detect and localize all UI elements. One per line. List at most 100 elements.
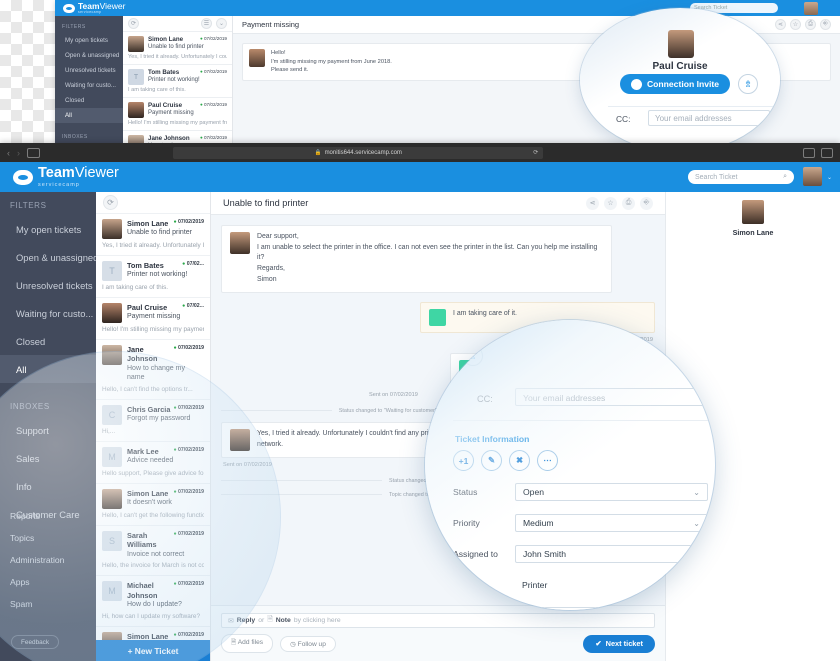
ticket-list-item[interactable]: Jane Johnson ● 07/02/2019 How to change my… bbox=[96, 340, 210, 400]
forward-icon[interactable]: ⎆ bbox=[640, 196, 653, 210]
ticket-list-item[interactable]: C Chris Garcia ● 07/02/2019 Forgot my passw… bbox=[96, 400, 210, 442]
sidebar-item-waiting-for-customer[interactable]: Waiting for custo... bbox=[0, 299, 96, 327]
sidebar-item-closed[interactable]: Closed bbox=[0, 327, 96, 355]
sidebar-item-reports[interactable]: Reports bbox=[0, 505, 96, 527]
sidebar-item-all[interactable]: All bbox=[0, 355, 96, 383]
sidebar-item-support[interactable]: Support bbox=[0, 416, 96, 444]
back-filter-all[interactable]: All bbox=[55, 108, 123, 123]
share-icon[interactable]: ⋖ bbox=[586, 196, 599, 210]
back-filter-my-open-tickets[interactable]: My open tickets bbox=[55, 33, 123, 48]
sidebar-item-info[interactable]: Info bbox=[0, 472, 96, 500]
ticket-list: ⟳ Simon Lane ● 07/02/2019 Unable to find p… bbox=[96, 192, 211, 661]
avatar: T bbox=[102, 261, 122, 281]
ticket-list-item[interactable]: Simon Lane ● 07/02/2019 Unable to find pri… bbox=[96, 214, 210, 256]
back-sort-icon[interactable]: ☰ bbox=[201, 18, 212, 29]
connection-invite-button[interactable]: Connection Invite bbox=[620, 74, 730, 94]
inboxes-header: INBOXES bbox=[10, 402, 50, 411]
add-files-button[interactable]: 🗎 Add files bbox=[221, 634, 274, 653]
back-filter-unresolved[interactable]: Unresolved tickets bbox=[55, 63, 123, 78]
print-icon[interactable]: ⎙ bbox=[805, 19, 816, 30]
close-icon[interactable]: ✖ bbox=[509, 450, 530, 471]
back-ticket-title: Payment missing bbox=[242, 20, 300, 29]
follow-up-button[interactable]: ◷ Follow up bbox=[280, 635, 336, 652]
back-lens-cc-input[interactable]: Your email addresses bbox=[648, 110, 770, 126]
print-icon[interactable]: ⎙ bbox=[622, 196, 635, 210]
more-icon[interactable]: ⋯ bbox=[537, 450, 558, 471]
status-select[interactable]: Open ⌄ bbox=[515, 483, 708, 501]
ticket-list-item[interactable]: T Tom Bates ● 07/02... Printer not working!… bbox=[96, 256, 210, 298]
address-bar[interactable]: 🔒 monitis644.servicecamp.com ⟳ bbox=[173, 146, 544, 159]
ticket-list-item[interactable]: S Sarah Williams ● 07/02/2019 Invoice not c… bbox=[96, 526, 210, 577]
new-ticket-button[interactable]: + New Ticket bbox=[96, 640, 210, 661]
brand-logo[interactable]: TeamViewer servicecamp bbox=[13, 166, 119, 188]
star-icon[interactable]: ☆ bbox=[604, 196, 617, 210]
back-chevron-down-icon[interactable]: ⌄ bbox=[216, 18, 227, 29]
user-add-icon[interactable]: ⇯ bbox=[463, 346, 483, 366]
teamviewer-logo-icon bbox=[63, 3, 75, 13]
ticket-list-item[interactable]: Paul Cruise ● 07/02... Payment missing Hell… bbox=[96, 298, 210, 340]
next-ticket-button[interactable]: ✔ Next ticket bbox=[583, 634, 655, 653]
back-nav-icon[interactable]: ‹ bbox=[7, 148, 10, 158]
chevron-down-icon: ⌄ bbox=[693, 549, 700, 559]
back-list-item[interactable]: Simon Lane ● 07/02/2019 Unable to find p… bbox=[123, 32, 232, 65]
next-ticket-label: Next ticket bbox=[605, 639, 643, 648]
contact-name: Simon Lane bbox=[732, 228, 774, 237]
avatar bbox=[128, 102, 144, 118]
chevron-down-icon[interactable]: ⌄ bbox=[827, 174, 832, 181]
star-icon[interactable]: ☆ bbox=[790, 19, 801, 30]
back-filter-closed[interactable]: Closed bbox=[55, 93, 123, 108]
forward-icon[interactable]: ⎆ bbox=[820, 19, 831, 30]
back-list-item[interactable]: Paul Cruise ● 07/02/2019 Payment missing… bbox=[123, 98, 232, 131]
ticket-date: ● 07/02/2019 bbox=[173, 404, 204, 411]
ticket-preview: Hello, I can't get the following functio… bbox=[102, 511, 204, 519]
priority-select[interactable]: Medium ⌄ bbox=[515, 514, 708, 532]
field-label: Topic bbox=[453, 580, 474, 590]
back-filter-open-unassigned[interactable]: Open & unassigned bbox=[55, 48, 123, 63]
sidebar-item-sales[interactable]: Sales bbox=[0, 444, 96, 472]
lock-icon: 🔒 bbox=[314, 149, 322, 156]
search-input[interactable]: Search Ticket ⌕ bbox=[688, 170, 794, 184]
back-message-body: Hello! I'm stilling missing my payment f… bbox=[271, 50, 392, 74]
back-filter-waiting[interactable]: Waiting for custo... bbox=[55, 78, 123, 93]
back-list-item[interactable]: T Tom Bates ● 07/02/2019 Printer not wor… bbox=[123, 65, 232, 98]
avatar bbox=[128, 36, 144, 52]
avatar bbox=[230, 428, 250, 451]
ticket-list-item[interactable]: M Michael Johnson ● 07/02/2019 How do I upd… bbox=[96, 576, 210, 627]
add-watcher-button[interactable]: +1 bbox=[453, 450, 474, 471]
user-avatar[interactable] bbox=[803, 167, 822, 186]
sidebar-toggle-icon[interactable] bbox=[27, 147, 40, 158]
ticket-preview: Hello, the invoice for March is not corr… bbox=[102, 562, 204, 570]
sidebar-item-administration[interactable]: Administration bbox=[0, 549, 96, 571]
list-toolbar: ⟳ bbox=[96, 192, 210, 214]
ticket-preview: Hello support, Please give advice for th… bbox=[102, 469, 204, 477]
user-add-icon[interactable]: ⇯ bbox=[738, 74, 758, 94]
back-brand-sub: servicecamp bbox=[78, 10, 102, 15]
refresh-icon[interactable]: ⟳ bbox=[103, 195, 118, 210]
sidebar-item-my-open-tickets[interactable]: My open tickets bbox=[0, 215, 96, 243]
reply-input[interactable]: ✉ Reply or 🗎 Note by clicking here bbox=[221, 613, 655, 628]
sidebar-item-unresolved-tickets[interactable]: Unresolved tickets bbox=[0, 271, 96, 299]
ticket-list-item[interactable]: Simon Lane ● 07/02/2019 It doesn't work Hel… bbox=[96, 484, 210, 526]
tabs-browser-icon[interactable] bbox=[820, 147, 833, 158]
back-user-avatar[interactable] bbox=[804, 2, 818, 15]
reload-icon[interactable]: ⟳ bbox=[533, 149, 538, 156]
assigned-to-select[interactable]: John Smith ⌄ bbox=[515, 545, 708, 563]
ticket-name: Paul Cruise bbox=[148, 102, 183, 109]
ticket-list-item[interactable]: M Mark Lee ● 07/02/2019 Advice needed Hello … bbox=[96, 442, 210, 484]
cc-input[interactable]: Your email addresses bbox=[515, 388, 705, 406]
inbox-select[interactable]: Customer Care⌄ bbox=[515, 607, 708, 610]
sidebar-item-apps[interactable]: Apps bbox=[0, 571, 96, 593]
field-priority: Priority Medium ⌄ bbox=[453, 514, 708, 532]
pencil-icon[interactable]: ✎ bbox=[481, 450, 502, 471]
sidebar-item-open-unassigned[interactable]: Open & unassigned bbox=[0, 243, 96, 271]
topic-input[interactable]: Printer bbox=[515, 576, 708, 594]
divider bbox=[453, 420, 715, 421]
forward-nav-icon[interactable]: › bbox=[17, 148, 20, 158]
feedback-button[interactable]: Feedback bbox=[11, 635, 60, 649]
sidebar-item-spam[interactable]: Spam bbox=[0, 593, 96, 615]
back-refresh-icon[interactable]: ⟳ bbox=[128, 18, 139, 29]
sidebar-item-topics[interactable]: Topics bbox=[0, 527, 96, 549]
back-lens-cc-label: CC: bbox=[616, 114, 631, 124]
share-browser-icon[interactable] bbox=[802, 147, 815, 158]
background-browser-window: TeamViewer servicecamp Search Ticket FIL… bbox=[55, 0, 840, 152]
